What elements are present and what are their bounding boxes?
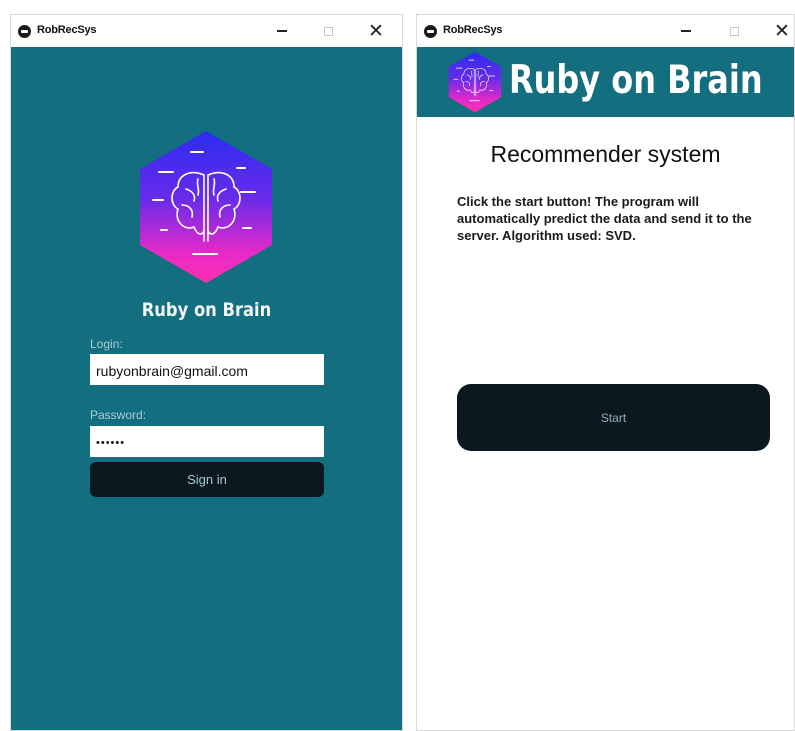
minimize-icon — [277, 30, 287, 32]
maximize-button[interactable] — [313, 19, 343, 43]
login-window-titlebar[interactable]: RobRecSys ✕ — [11, 15, 402, 47]
close-icon: ✕ — [774, 19, 790, 42]
minimize-icon — [681, 30, 691, 32]
maximize-button[interactable] — [719, 19, 749, 43]
minimize-button[interactable] — [671, 19, 701, 43]
password-label: Password: — [90, 408, 147, 422]
page-title: Recommender system — [490, 141, 721, 167]
window-title: RobRecSys — [443, 24, 503, 36]
login-label: Login: — [90, 337, 123, 351]
instructions-text: Click the start button! The program will… — [457, 194, 752, 243]
start-button[interactable]: Start — [457, 384, 770, 451]
app-icon — [18, 25, 31, 38]
close-button[interactable]: ✕ — [767, 19, 794, 43]
maximize-icon — [729, 26, 739, 36]
brand-header: Ruby on Brain — [417, 47, 794, 117]
password-input[interactable] — [90, 426, 324, 457]
recommender-window: RobRecSys ✕ Ruby on Brain Recommender sy… — [416, 14, 795, 731]
main-window-titlebar[interactable]: RobRecSys ✕ — [417, 15, 794, 47]
brain-logo-icon — [448, 51, 502, 113]
window-title: RobRecSys — [37, 24, 97, 36]
maximize-icon — [323, 26, 333, 36]
brand-name: Ruby on Brain — [509, 58, 763, 103]
close-button[interactable]: ✕ — [361, 19, 391, 43]
brain-logo-icon — [139, 130, 273, 284]
sign-in-button[interactable]: Sign in — [90, 462, 324, 497]
login-window: RobRecSys ✕ Ruby on Brain Login: Passwor… — [10, 14, 403, 731]
login-panel: Ruby on Brain Login: Password: Sign in — [11, 47, 402, 730]
brand-name: Ruby on Brain — [141, 299, 272, 321]
app-icon — [424, 25, 437, 38]
login-input[interactable] — [90, 354, 324, 385]
minimize-button[interactable] — [267, 19, 297, 43]
close-icon: ✕ — [368, 19, 384, 42]
